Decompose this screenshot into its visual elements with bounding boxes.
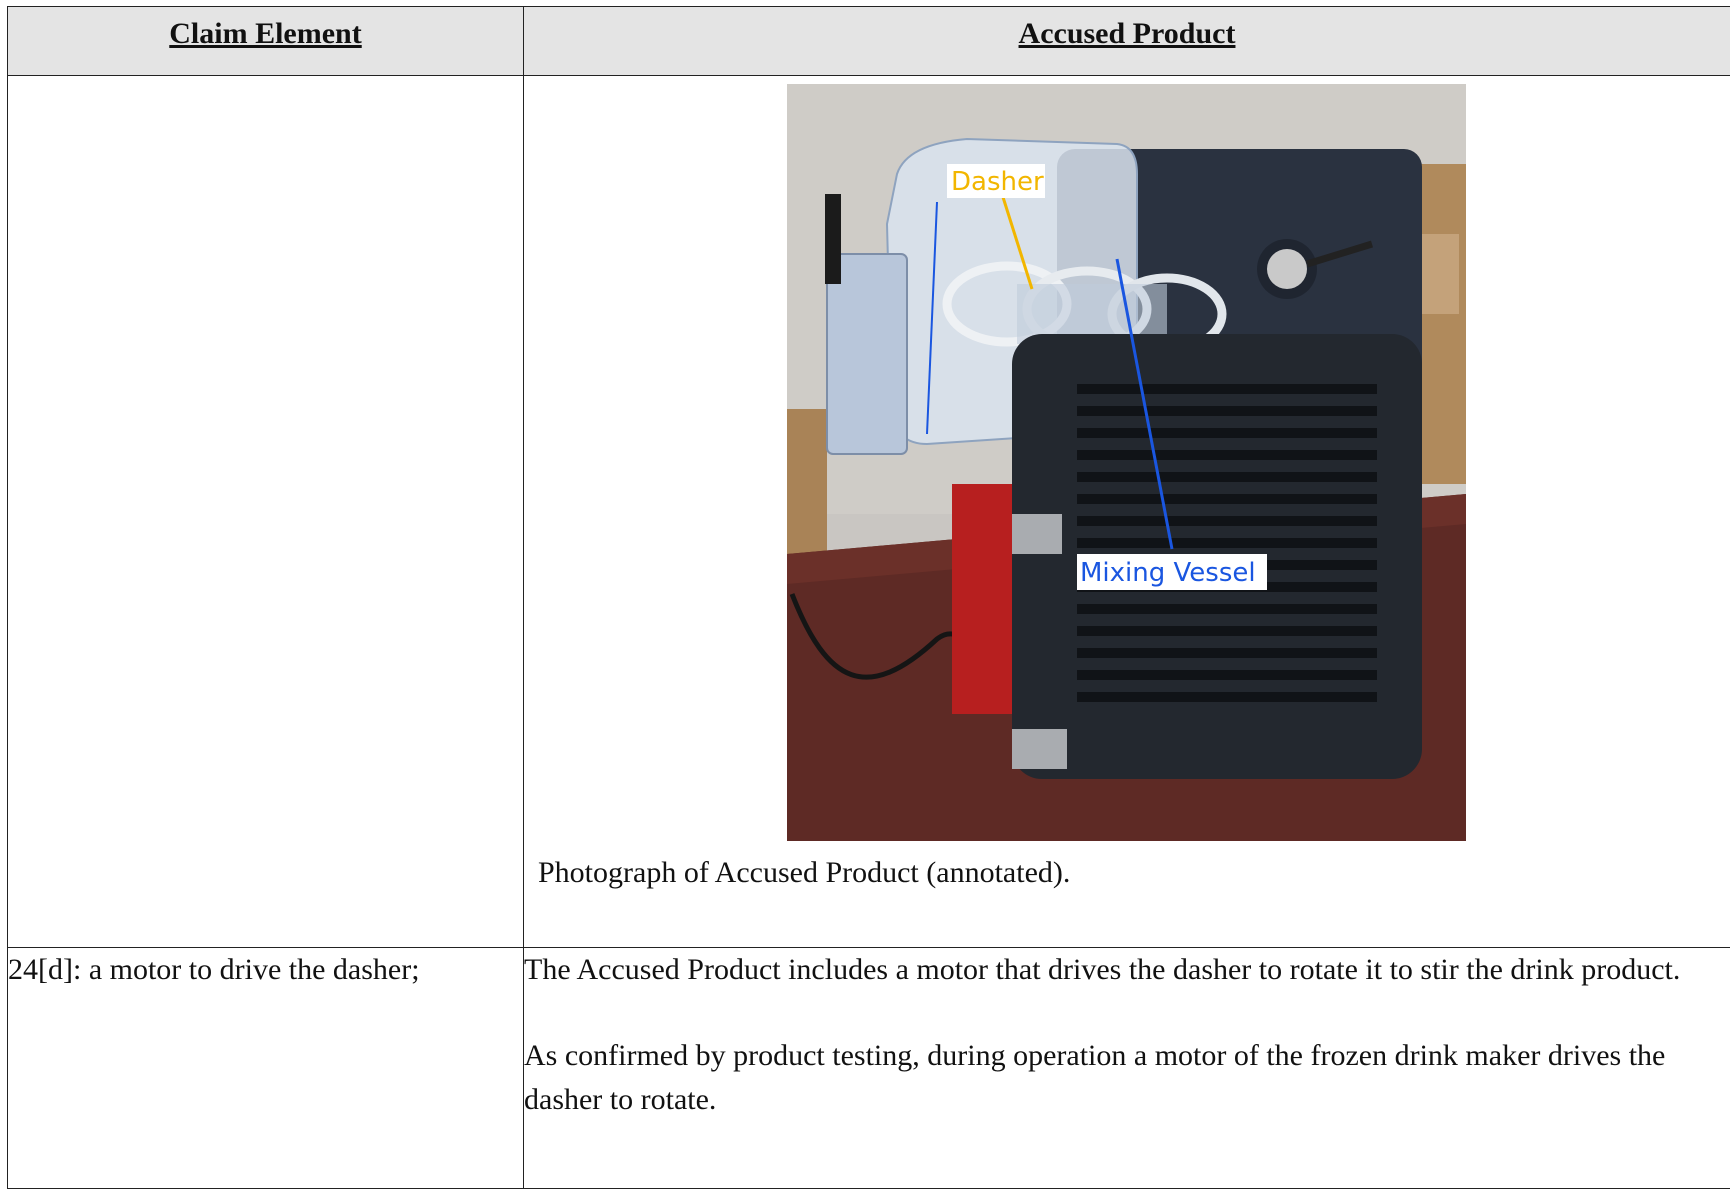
paragraph-2: As confirmed by product testing, during …	[524, 1039, 1666, 1116]
dasher-annotation: Dasher	[951, 167, 1044, 197]
photo-cell: Dasher Mixing Vessel Photograph of Accus…	[523, 75, 1730, 948]
paragraph-1: The Accused Product includes a motor tha…	[524, 953, 1681, 986]
photo-caption: Photograph of Accused Product (annotated…	[538, 856, 1071, 889]
claim-24d: 24[d]: a motor to drive the dasher;	[7, 947, 524, 1189]
claim-element-header: Claim Element	[7, 6, 524, 76]
mixing-vessel-annotation: Mixing Vessel	[1080, 558, 1256, 588]
empty-claim-cell	[7, 75, 524, 948]
accused-product-header: Accused Product	[523, 6, 1730, 76]
product-photo: Dasher Mixing Vessel	[787, 84, 1466, 841]
accused-product-24d: The Accused Product includes a motor tha…	[523, 947, 1730, 1189]
claim-chart-table: Claim Element Accused Product Dasher Mix…	[7, 6, 1730, 1189]
grille-slots	[1077, 384, 1377, 702]
